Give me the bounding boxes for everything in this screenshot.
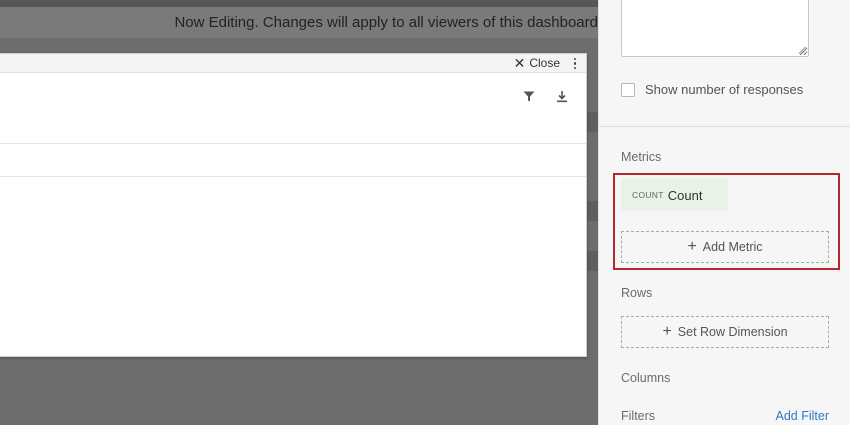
background-row-stripe xyxy=(586,251,598,271)
set-row-dimension-button[interactable]: + Set Row Dimension xyxy=(621,316,829,348)
download-icon[interactable] xyxy=(556,90,568,103)
modal-divider xyxy=(0,143,586,144)
filters-section-label: Filters xyxy=(621,409,656,423)
show-responses-checkbox[interactable] xyxy=(621,82,635,97)
show-responses-label: Show number of responses xyxy=(645,82,804,97)
metrics-section-label: Metrics xyxy=(621,150,662,164)
dashboard-top-strip xyxy=(0,0,598,7)
rows-section-label: Rows xyxy=(621,286,653,300)
close-button[interactable]: ✕ Close xyxy=(514,56,560,71)
description-textarea[interactable] xyxy=(621,0,809,57)
background-row-stripe xyxy=(586,201,598,221)
resize-grip-icon[interactable] xyxy=(798,46,806,54)
widget-settings-panel: Show number of responses Metrics COUNT C… xyxy=(598,0,850,425)
modal-header: ✕ Close xyxy=(0,54,586,73)
columns-section-label: Columns xyxy=(621,371,671,385)
filter-icon[interactable] xyxy=(523,91,535,102)
plus-icon: + xyxy=(662,323,672,340)
close-icon: ✕ xyxy=(513,55,526,71)
widget-modal: ✕ Close xyxy=(0,53,587,357)
panel-divider xyxy=(599,126,850,127)
set-row-dimension-label: Set Row Dimension xyxy=(677,325,788,339)
metrics-highlight-box xyxy=(613,173,840,270)
show-responses-toggle[interactable]: Show number of responses xyxy=(621,82,803,97)
edit-mode-banner-text: Now Editing. Changes will apply to all v… xyxy=(174,14,598,31)
edit-mode-banner: Now Editing. Changes will apply to all v… xyxy=(0,7,598,38)
more-vertical-icon[interactable] xyxy=(572,56,578,71)
close-label: Close xyxy=(529,56,560,70)
background-row-stripe xyxy=(586,112,598,132)
modal-divider xyxy=(0,176,586,177)
add-filter-link[interactable]: Add Filter xyxy=(776,409,830,423)
